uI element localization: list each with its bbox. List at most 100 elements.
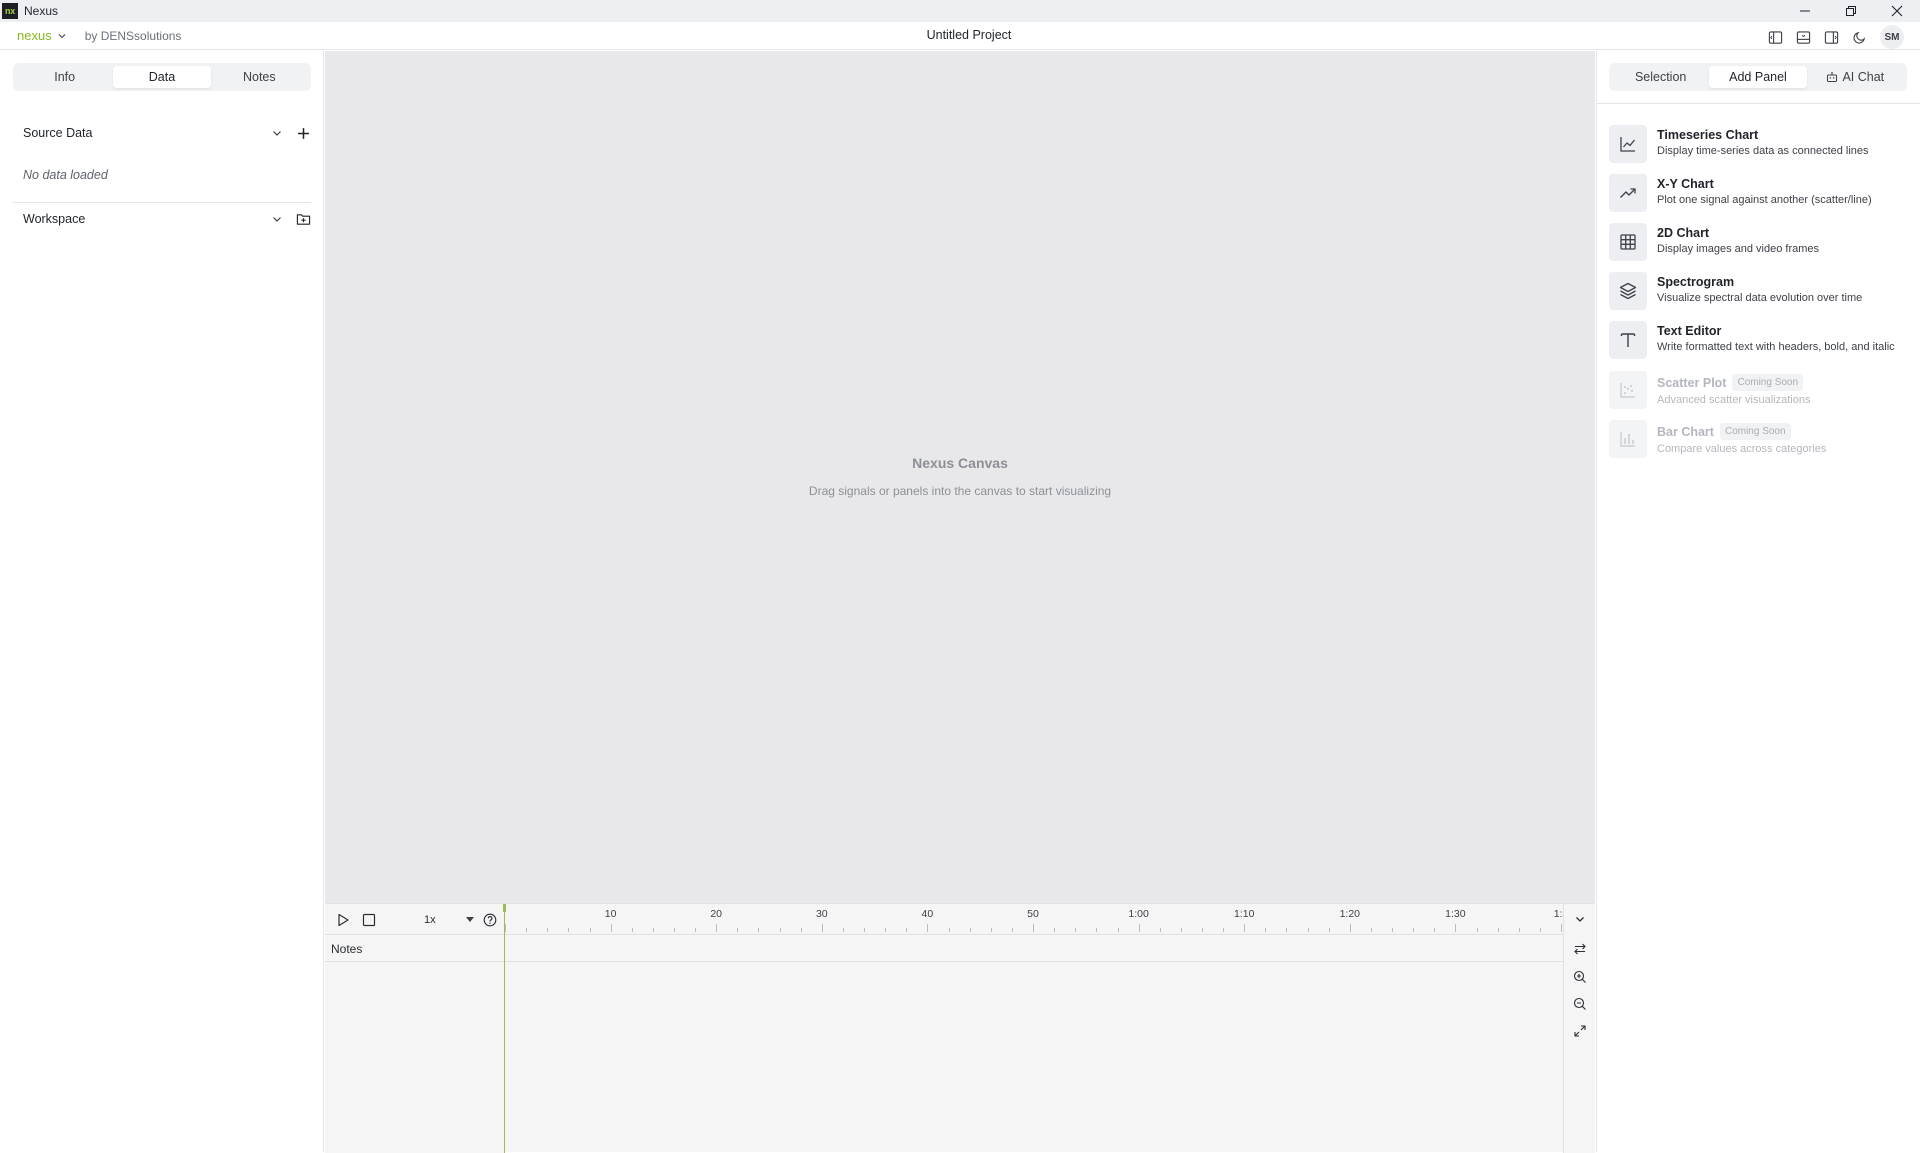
brand-menu[interactable]: nexus (17, 28, 67, 43)
timeline-help-button[interactable] (479, 909, 501, 931)
collapse-timeline-button[interactable] (1569, 908, 1591, 930)
coming-soon-badge: Coming Soon (1732, 374, 1804, 391)
panel-name: Scatter Plot (1657, 375, 1727, 390)
text-icon (1609, 321, 1647, 359)
toggle-left-panel-button[interactable] (1764, 26, 1786, 48)
panel-name: Timeseries Chart (1657, 128, 1759, 142)
right-tabs-divider (1597, 103, 1920, 104)
timeline-panel: 1x 10 20 30 40 50 1:00 1:10 1:20 1:30 1:… (325, 903, 1595, 1153)
swap-button[interactable] (1569, 938, 1591, 960)
ruler-tick (547, 928, 549, 932)
user-avatar[interactable]: SM (1880, 25, 1904, 49)
ruler-tick (652, 928, 654, 932)
ruler-tick (969, 928, 971, 932)
tick-label: 50 (1027, 908, 1039, 920)
stop-button[interactable] (358, 909, 380, 931)
add-bar-chart: Bar Chart Coming Soon Compare values acr… (1609, 420, 1909, 458)
play-icon (338, 913, 349, 927)
tab-notes[interactable]: Notes (211, 66, 308, 88)
ruler-tick (737, 928, 739, 932)
ruler-tick (589, 928, 591, 932)
tab-ai-chat[interactable]: AI Chat (1807, 66, 1904, 88)
ruler-tick (695, 928, 697, 932)
ruler-tick (1561, 924, 1562, 932)
add-xy-chart[interactable]: X-Y Chart Plot one signal against anothe… (1609, 174, 1909, 212)
expand-icon (1574, 1025, 1586, 1037)
restore-button[interactable] (1828, 0, 1874, 22)
workspace-collapse-button[interactable] (267, 209, 287, 229)
app-header: nexus by DENSsolutions Untitled Project … (0, 22, 1920, 50)
workspace-header: Workspace (23, 209, 313, 229)
ruler-tick (1180, 928, 1182, 932)
new-workspace-folder-button[interactable] (293, 209, 313, 229)
close-window-button[interactable] (1874, 0, 1920, 22)
notes-track[interactable]: Notes (325, 934, 1563, 962)
toggle-right-panel-button[interactable] (1820, 26, 1842, 48)
tick-label: 1:4 (1553, 908, 1563, 920)
ruler-tick (631, 928, 633, 932)
add-2d-chart[interactable]: 2D Chart Display images and video frames (1609, 223, 1909, 261)
ruler-tick (758, 928, 760, 932)
ruler-tick (1096, 928, 1098, 932)
ruler-tick (1286, 928, 1288, 932)
panel-name: Bar Chart (1657, 424, 1714, 439)
add-text-editor[interactable]: Text Editor Write formatted text with he… (1609, 321, 1909, 359)
add-timeseries-chart[interactable]: Timeseries Chart Display time-series dat… (1609, 125, 1909, 163)
tick-label: 30 (815, 908, 828, 920)
ruler-tick (568, 928, 570, 932)
ruler-tick (1138, 924, 1140, 932)
ruler-tick (800, 928, 802, 932)
minimize-button[interactable] (1782, 0, 1828, 22)
ruler-tick (906, 928, 908, 932)
theme-toggle-button[interactable] (1848, 26, 1870, 48)
timeline-ruler[interactable]: 10 20 30 40 50 1:00 1:10 1:20 1:30 1:4 (505, 904, 1563, 934)
source-data-collapse-button[interactable] (267, 123, 287, 143)
ruler-tick (1349, 924, 1351, 932)
ruler-tick (1497, 928, 1499, 932)
tab-data[interactable]: Data (113, 66, 211, 88)
nexus-canvas[interactable]: Nexus Canvas Drag signals or panels into… (325, 51, 1595, 903)
ruler-tick (1265, 928, 1267, 932)
ruler-tick (885, 928, 887, 932)
fit-timeline-button[interactable] (1569, 1020, 1591, 1042)
add-source-data-button[interactable] (293, 123, 313, 143)
section-divider (13, 202, 311, 203)
ruler-tick (1434, 928, 1436, 932)
panel-name: X-Y Chart (1657, 177, 1714, 191)
workspace-title: Workspace (23, 212, 86, 226)
playhead[interactable] (504, 904, 505, 1153)
left-tabs: Info Data Notes (13, 63, 311, 91)
ruler-tick (1011, 928, 1013, 932)
ruler-tick (526, 928, 528, 932)
tab-selection[interactable]: Selection (1612, 66, 1709, 88)
ruler-tick (1244, 924, 1246, 932)
zoom-in-button[interactable] (1569, 966, 1591, 988)
ruler-tick (1223, 928, 1225, 932)
chevron-down-icon (1576, 917, 1584, 922)
left-sidebar: Info Data Notes Source Data No data load… (0, 51, 324, 1152)
canvas-subtitle: Drag signals or panels into the canvas t… (808, 484, 1112, 498)
tick-label: 40 (921, 908, 934, 920)
tab-add-panel[interactable]: Add Panel (1709, 66, 1807, 88)
timeline-side-tools (1563, 904, 1595, 1153)
header-tools: SM (1764, 25, 1904, 49)
panel-right-icon (1824, 30, 1838, 44)
playback-speed-select[interactable]: 1x (424, 911, 476, 929)
ruler-tick (1539, 928, 1541, 932)
byline: by DENSsolutions (84, 28, 182, 43)
play-button[interactable] (332, 909, 354, 931)
moon-icon (1852, 31, 1865, 44)
ruler-tick (1413, 928, 1415, 932)
arrows-swap-icon (1574, 943, 1586, 955)
tab-info[interactable]: Info (16, 66, 113, 88)
ruler-tick (1307, 928, 1309, 932)
toggle-bottom-panel-button[interactable] (1792, 26, 1814, 48)
zoom-out-button[interactable] (1569, 993, 1591, 1015)
panel-description: Advanced scatter visualizations (1657, 394, 1811, 406)
panel-left-icon (1768, 30, 1782, 44)
ruler-tick (948, 928, 950, 932)
add-spectrogram[interactable]: Spectrogram Visualize spectral data evol… (1609, 272, 1909, 310)
window-titlebar: nx Nexus (0, 0, 1920, 22)
panel-bottom-icon (1796, 30, 1810, 44)
panel-description: Compare values across categories (1657, 443, 1827, 455)
